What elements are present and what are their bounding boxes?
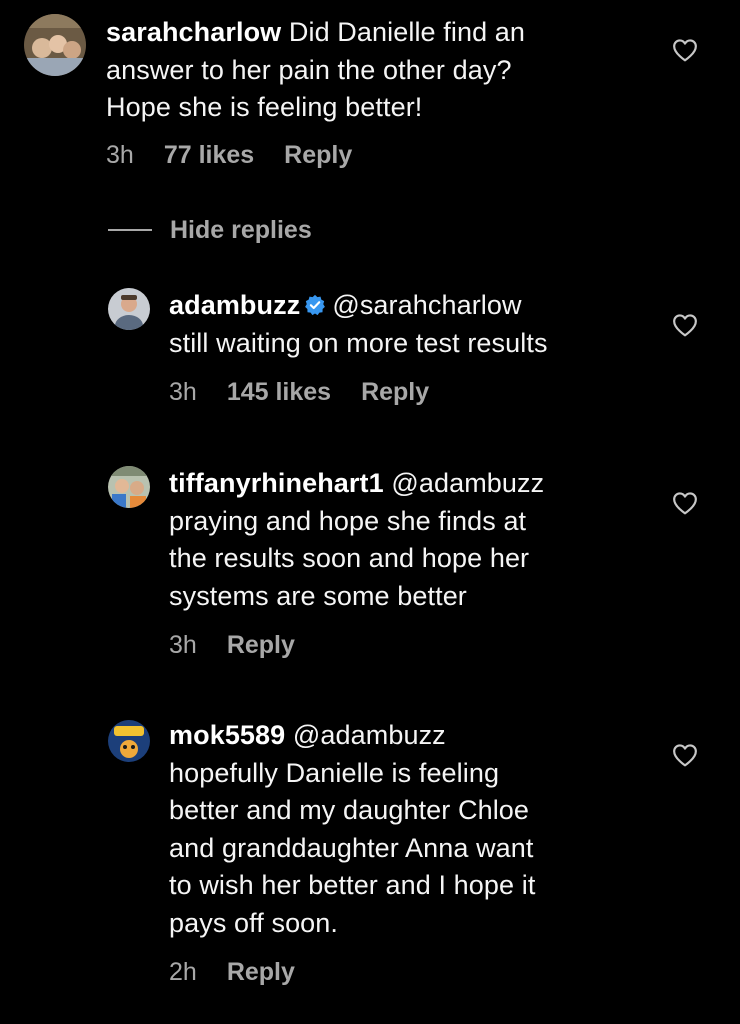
- timestamp: 3h: [169, 378, 197, 406]
- comment-text-line: still waiting on more test results: [169, 327, 548, 358]
- comment-text-line: Did Danielle find an: [288, 17, 526, 47]
- comment-text-line: systems are some better: [169, 580, 467, 611]
- mention-link[interactable]: @sarahcharlow: [332, 290, 521, 320]
- like-heart-icon[interactable]: [672, 743, 698, 767]
- comment-text-line: to wish her better and I hope it: [169, 870, 536, 900]
- avatar-sarahcharlow[interactable]: [24, 14, 86, 76]
- comment-text-line: and granddaughter Anna want: [169, 832, 534, 863]
- mention-link[interactable]: @adambuzz: [391, 468, 544, 498]
- hide-replies-label[interactable]: Hide replies: [170, 216, 312, 245]
- username[interactable]: adambuzz: [169, 290, 300, 320]
- username[interactable]: mok5589: [169, 720, 285, 750]
- like-heart-icon[interactable]: [672, 491, 698, 515]
- avatar-photo-icon: [108, 466, 150, 508]
- reply-button[interactable]: Reply: [227, 631, 295, 659]
- avatar-photo-icon: [108, 720, 150, 762]
- verified-badge-icon: [304, 294, 326, 316]
- comment-text-line: pays off soon.: [169, 907, 339, 938]
- avatar-mok5589[interactable]: [108, 720, 150, 762]
- avatar-photo-icon: [108, 288, 150, 330]
- comment-text-line: praying and hope she finds at: [169, 505, 527, 536]
- like-heart-icon[interactable]: [672, 38, 698, 62]
- likes-count[interactable]: 145 likes: [227, 378, 331, 406]
- comment-text-line: Hope she is feeling better!: [106, 92, 423, 122]
- avatar-adambuzz[interactable]: [108, 288, 150, 330]
- timestamp: 3h: [169, 631, 197, 659]
- reply-button[interactable]: Reply: [284, 141, 352, 169]
- comment-text-line: hopefully Danielle is feeling: [169, 757, 500, 788]
- timestamp: 3h: [106, 141, 134, 169]
- username[interactable]: tiffanyrhinehart1: [169, 468, 384, 498]
- comment-text-line: answer to her pain the other day?: [106, 54, 512, 85]
- comment-text-line: the results soon and hope her: [169, 543, 530, 573]
- username[interactable]: sarahcharlow: [106, 17, 281, 47]
- hide-replies-toggle[interactable]: Hide replies: [108, 214, 312, 246]
- reply-button[interactable]: Reply: [361, 378, 429, 406]
- comment-text-line: better and my daughter Chloe: [169, 795, 530, 825]
- mention-link[interactable]: @adambuzz: [293, 720, 446, 750]
- reply-button[interactable]: Reply: [227, 958, 295, 986]
- divider: [108, 229, 152, 231]
- likes-count[interactable]: 77 likes: [164, 141, 254, 169]
- like-heart-icon[interactable]: [672, 313, 698, 337]
- timestamp: 2h: [169, 958, 197, 986]
- avatar-tiffanyrhinehart1[interactable]: [108, 466, 150, 508]
- avatar-photo-icon: [24, 14, 86, 76]
